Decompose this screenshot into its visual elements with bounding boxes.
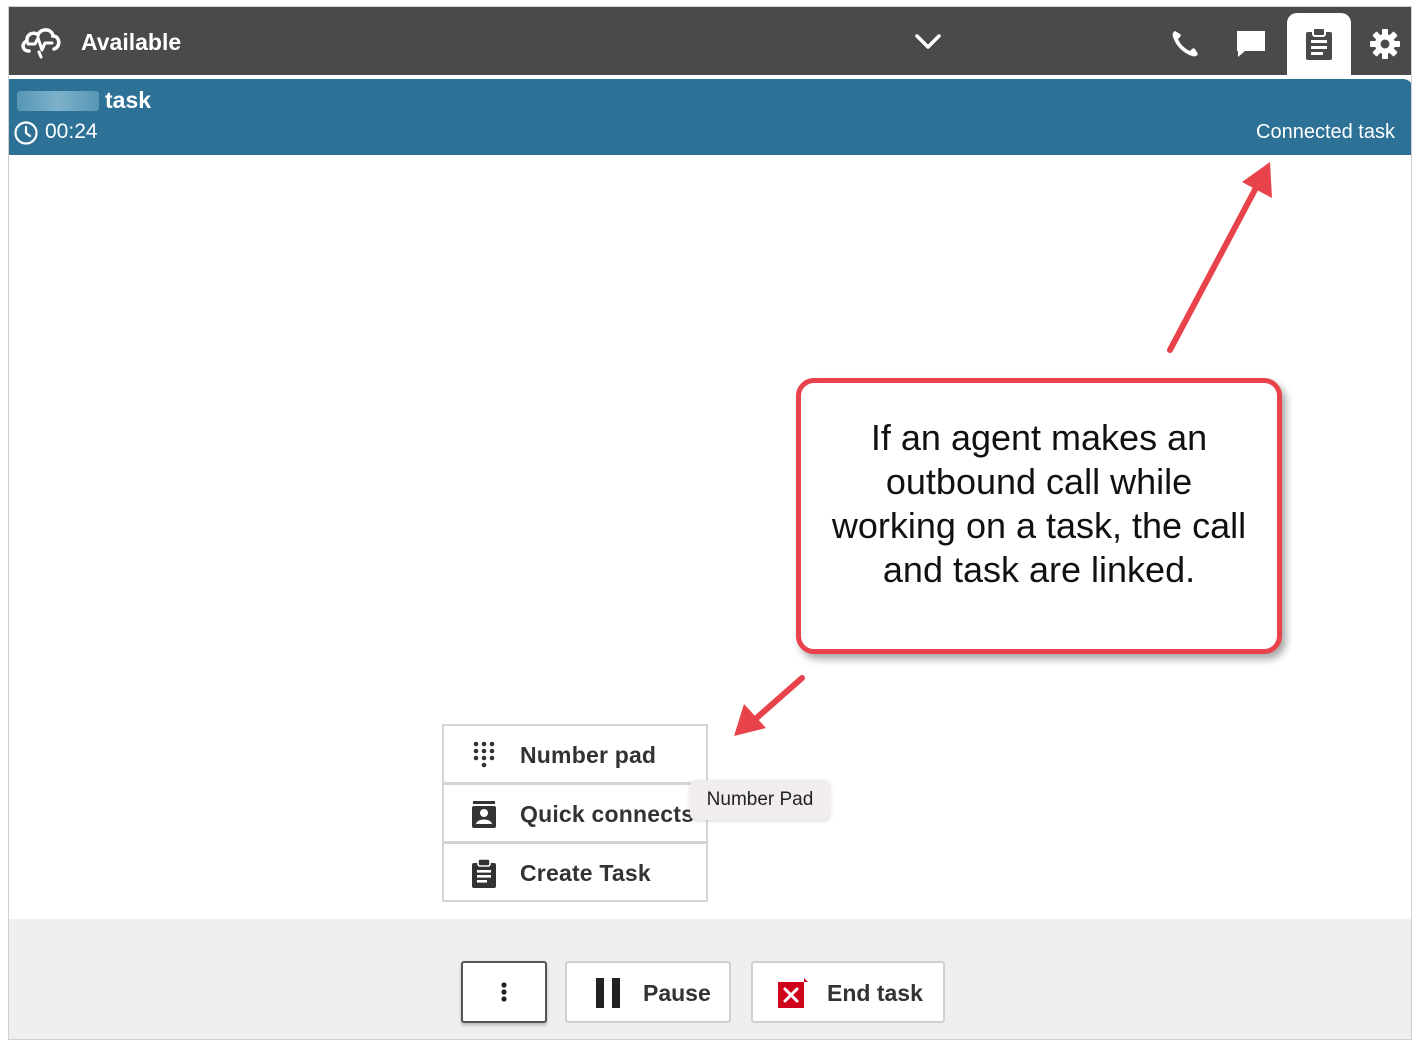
more-options-menu: Number pad Quick connects Create Task xyxy=(442,724,708,902)
more-vertical-icon xyxy=(501,982,507,1002)
contact-state: Connected task xyxy=(1256,121,1395,143)
end-task-icon xyxy=(778,978,808,1008)
chat-icon xyxy=(1237,31,1265,57)
quick-connects-icon xyxy=(472,801,496,828)
nav-task-button[interactable] xyxy=(1287,13,1351,75)
gear-icon xyxy=(1370,29,1400,59)
more-options-button[interactable] xyxy=(461,961,547,1023)
menu-label-create-task: Create Task xyxy=(520,860,651,886)
menu-item-number-pad[interactable]: Number pad xyxy=(442,724,708,784)
contact-banner: task 00:24 Connected task xyxy=(9,79,1411,155)
redacted-name xyxy=(17,91,99,111)
agent-status-label[interactable]: Available xyxy=(81,29,181,56)
nav-phone-button[interactable] xyxy=(1153,13,1217,75)
nav-chat-button[interactable] xyxy=(1219,13,1283,75)
annotation-text: If an agent makes an outbound call while… xyxy=(831,417,1247,590)
menu-item-create-task[interactable]: Create Task xyxy=(442,842,708,902)
annotation-callout: If an agent makes an outbound call while… xyxy=(796,378,1282,654)
number-pad-tooltip: Number Pad xyxy=(690,780,830,820)
menu-label-quick-connects: Quick connects xyxy=(520,801,695,827)
nav-settings-button[interactable] xyxy=(1353,13,1411,75)
action-bar: Pause End task xyxy=(9,919,1411,1039)
create-task-icon xyxy=(472,858,496,888)
phone-icon xyxy=(1172,31,1198,57)
contact-title: task xyxy=(105,87,152,113)
top-bar: Available xyxy=(9,7,1411,75)
menu-item-quick-connects[interactable]: Quick connects xyxy=(442,783,708,843)
contact-timer: 00:24 xyxy=(45,120,98,143)
clock-icon xyxy=(14,121,38,145)
pause-button[interactable]: Pause xyxy=(565,961,731,1023)
menu-label-number-pad: Number pad xyxy=(520,742,657,768)
pause-label: Pause xyxy=(643,980,711,1006)
chevron-down-icon[interactable] xyxy=(913,29,943,55)
end-task-button[interactable]: End task xyxy=(751,961,945,1023)
pause-icon xyxy=(596,978,620,1008)
end-task-label: End task xyxy=(827,980,923,1006)
number-pad-icon xyxy=(473,741,495,768)
cloud-logo-icon xyxy=(21,28,61,59)
task-icon xyxy=(1306,27,1332,60)
